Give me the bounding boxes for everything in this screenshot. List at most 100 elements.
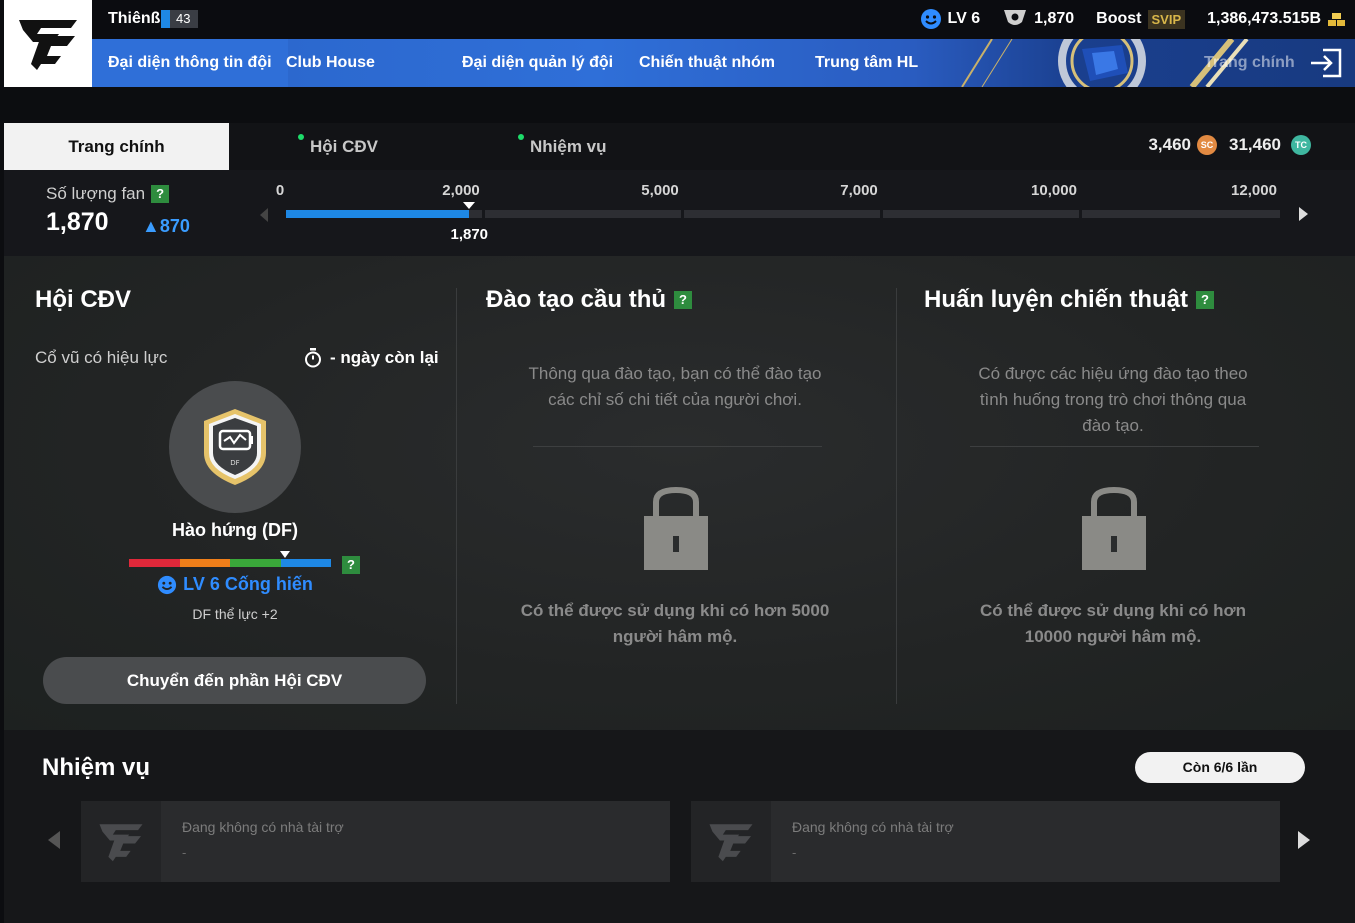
fanclub-badge[interactable]: DF [169, 381, 301, 513]
battery-badge-icon: DF [204, 409, 266, 485]
tick-label: 5,000 [641, 182, 679, 199]
fc-logo [81, 801, 161, 882]
fan-progress-bar [286, 210, 1280, 218]
divider [970, 446, 1259, 447]
tactics-lock-line: Có thể được sử dụng khi có hơn [979, 601, 1246, 620]
tactics-lock-line: 10000 người hâm mộ. [1024, 627, 1202, 646]
tick-label: 7,000 [840, 182, 878, 199]
trophy-icon [1004, 10, 1027, 25]
mission-card-title: Đang không có nhà tài trợ [792, 819, 954, 835]
fan-progress-fill [286, 210, 470, 218]
days-left-text: - ngày còn lại [330, 348, 439, 367]
divider [896, 288, 897, 704]
mission-card[interactable]: Đang không có nhà tài trợ - [691, 801, 1280, 882]
stopwatch-icon [305, 348, 321, 368]
smiley-icon [920, 9, 941, 29]
tick-label: 0 [275, 182, 285, 199]
chevron-left-icon[interactable] [260, 208, 268, 222]
fanclub-level-text: LV 6 Cống hiến [183, 574, 313, 594]
exit-icon[interactable] [1309, 47, 1343, 79]
tick-label: 10,000 [1031, 182, 1077, 199]
help-icon[interactable]: ? [342, 556, 360, 574]
sub-tabs: Trang chính Hội CĐV Nhiệm vụ 3,460 SC 31… [4, 123, 1355, 170]
training-description: Thông qua đào tạo, bạn có thể đào tạo cá… [486, 361, 864, 413]
divider [456, 288, 457, 704]
fanclub-title: Hội CĐV [35, 286, 131, 313]
help-icon[interactable]: ? [674, 291, 693, 309]
training-desc-line: các chỉ số chi tiết của người chơi. [548, 390, 802, 409]
nav-team-info[interactable]: Đại diện thông tin đội [92, 39, 288, 87]
fan-count-label-text: Số lượng fan [46, 184, 146, 203]
training-lock-text: Có thể được sử dụng khi có hơn 5000 ngườ… [486, 598, 864, 650]
help-icon[interactable]: ? [1196, 291, 1215, 309]
tc-coin-icon: TC [1291, 135, 1311, 155]
fan-progress-marker [463, 202, 476, 209]
tactics-desc-line: Có được các hiệu ứng đào tạo theo [978, 364, 1248, 383]
mission-card-sub: - [182, 845, 187, 860]
nav-team-tactics[interactable]: Chiến thuật nhóm [623, 39, 791, 87]
mission-card-title: Đang không có nhà tài trợ [182, 819, 344, 835]
training-lock-line: Có thể được sử dụng khi có hơn 5000 [520, 601, 830, 620]
notification-dot [518, 134, 524, 140]
fc-logo [691, 801, 771, 882]
tick-label: 2,000 [442, 182, 480, 199]
gold-bars-icon [1328, 13, 1345, 26]
fanclub-bonus: DF thể lực +2 [192, 606, 278, 622]
tab-main[interactable]: Trang chính [4, 123, 229, 170]
tab-missions-label: Nhiệm vụ [530, 137, 607, 156]
fan-count-label: Số lượng fan ? [46, 184, 170, 204]
currency-display: 3,460 SC 31,460 TC [1148, 135, 1311, 155]
notification-dot [298, 134, 304, 140]
sc-amount: 3,460 [1148, 135, 1191, 154]
boost-label: Boost [1096, 10, 1142, 27]
nav-training-center[interactable]: Trung tâm HL [799, 39, 934, 87]
tab-fanclub-label: Hội CĐV [310, 137, 378, 156]
team-level: LV 6 [947, 10, 981, 27]
fanclub-level-marker [280, 551, 290, 558]
fan-count: 1,870 [46, 208, 109, 236]
chevron-left-icon[interactable] [48, 831, 60, 849]
tactics-desc-line: đào tạo. [1082, 416, 1144, 435]
missions-title: Nhiệm vụ [42, 754, 151, 781]
lock-icon [1082, 486, 1146, 570]
main-nav: Đại diện thông tin đội Club House Đại di… [92, 39, 1355, 87]
tactics-description: Có được các hiệu ứng đào tạo theo tình h… [924, 361, 1302, 439]
nav-home[interactable]: Trang chính [1188, 39, 1311, 87]
training-desc-line: Thông qua đào tạo, bạn có thể đào tạo [528, 364, 822, 383]
chevron-right-icon[interactable] [1298, 831, 1310, 849]
tc-amount: 31,460 [1229, 135, 1281, 154]
tactics-lock-text: Có thể được sử dụng khi có hơn 10000 ngư… [924, 598, 1302, 650]
tactics-title: Huấn luyện chiến thuật ? [924, 286, 1215, 314]
player-level-badge: 43 [161, 10, 199, 28]
fan-total: 1,870 [1034, 10, 1075, 27]
nav-club-house[interactable]: Club House [270, 39, 391, 87]
divider [533, 446, 822, 447]
tick-label: 12,000 [1231, 182, 1277, 199]
training-title-text: Đào tạo cầu thủ [486, 286, 667, 313]
chevron-right-icon[interactable] [1299, 207, 1308, 221]
fan-progress-row: Số lượng fan ? 1,870 ▲870 0 2,000 5,000 … [4, 170, 1355, 256]
smiley-icon [158, 575, 177, 594]
help-icon[interactable]: ? [151, 185, 170, 203]
nav-team-management[interactable]: Đại diện quản lý đội [446, 39, 629, 87]
missions-remaining-button[interactable]: Còn 6/6 lần [1135, 752, 1305, 783]
header-stats: LV 6 1,870 Boost SVIP 1,386,473.515B [920, 8, 1347, 30]
goto-fanclub-button[interactable]: Chuyển đến phần Hội CĐV [43, 657, 426, 704]
tactics-title-text: Huấn luyện chiến thuật [924, 286, 1189, 313]
fanclub-level: LV 6 Cống hiến [4, 574, 466, 595]
money-amount: 1,386,473.515B [1207, 10, 1321, 27]
mission-card[interactable]: Đang không có nhà tài trợ - [81, 801, 670, 882]
sc-coin-icon: SC [1197, 135, 1217, 155]
missions-section: Nhiệm vụ Còn 6/6 lần Đang không có nhà t… [4, 730, 1355, 923]
badge-tag: DF [230, 459, 239, 467]
svip-badge: SVIP [1147, 9, 1186, 29]
main-panels: Hội CĐV Cổ vũ có hiệu lực - ngày còn lại… [4, 256, 1355, 730]
tab-fanclub[interactable]: Hội CĐV [298, 123, 378, 170]
tab-missions[interactable]: Nhiệm vụ [518, 123, 607, 170]
fanclub-level-bar [129, 559, 331, 567]
fanclub-days-left: - ngày còn lại [304, 348, 439, 368]
mission-card-sub: - [792, 845, 797, 860]
fc-logo[interactable] [4, 0, 92, 87]
tactics-desc-line: tình huống trong trò chơi thông qua [979, 390, 1247, 409]
training-title: Đào tạo cầu thủ ? [486, 286, 693, 314]
